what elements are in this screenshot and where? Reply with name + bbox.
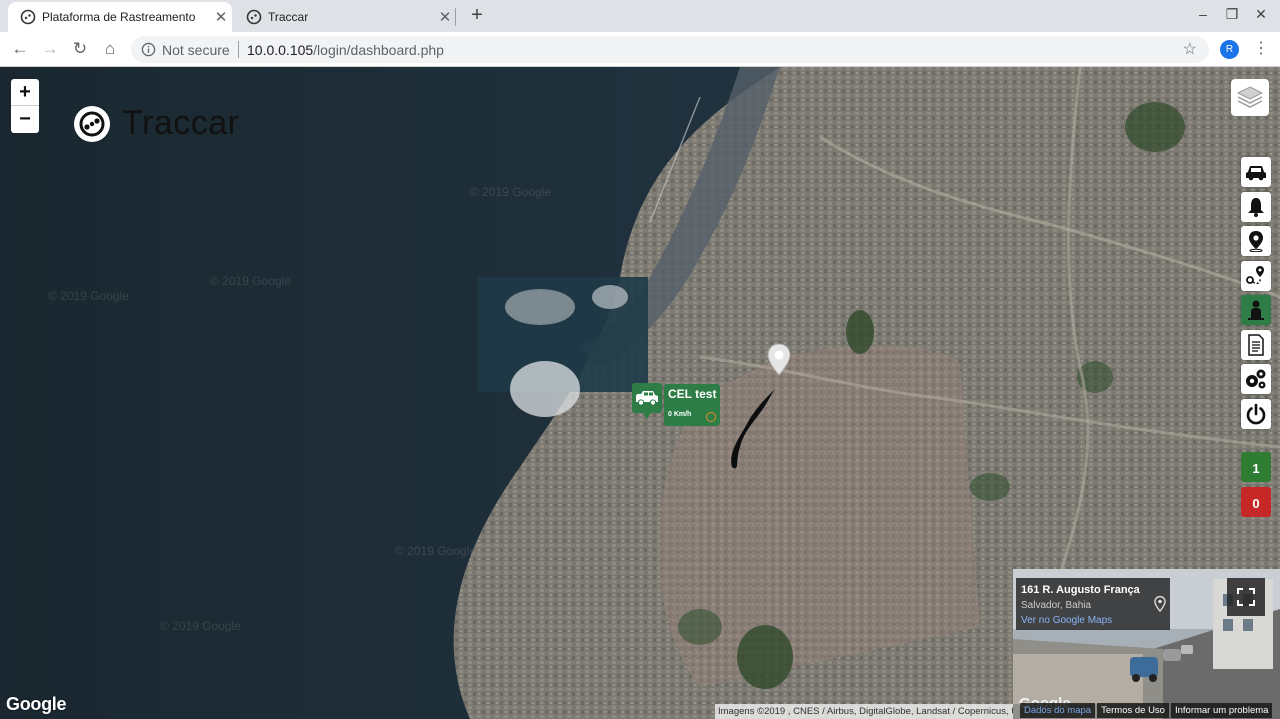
devices-button[interactable] (1241, 157, 1271, 187)
tab-title: Traccar (268, 10, 309, 24)
geofence-button[interactable] (1241, 226, 1271, 256)
vehicle-label[interactable]: CEL test 0 Km/h (664, 384, 720, 426)
vehicle-speed: 0 Km/h (668, 411, 692, 418)
url-text: 10.0.0.105/login/dashboard.php (247, 42, 444, 58)
bookmark-star-icon[interactable]: ☆ (1183, 39, 1197, 59)
report-problem-link[interactable]: Informar um problema (1170, 703, 1273, 718)
reload-icon[interactable]: ↻ (68, 38, 92, 62)
reports-button[interactable] (1241, 330, 1271, 360)
layers-button[interactable] (1231, 79, 1269, 116)
logout-button[interactable] (1241, 399, 1271, 429)
url-host: 10.0.0.105 (247, 42, 314, 58)
street-view-panel[interactable]: 161 R. Augusto França Salvador, Bahia Ve… (1013, 569, 1280, 719)
tab-strip: Plataforma de Rastreamento ✕ Traccar ✕ +… (0, 0, 1280, 32)
map-watermark: © 2019 Google (470, 185, 551, 199)
address-bar[interactable]: Not secure 10.0.0.105/login/dashboard.ph… (131, 36, 1209, 63)
street-view-city: Salvador, Bahia (1021, 600, 1092, 611)
brand-name: Traccar (122, 104, 240, 142)
map-attribution: Imagens ©2019 , CNES / Airbus, DigitalGl… (715, 704, 1022, 719)
map-data-link[interactable]: Dados do mapa (1020, 703, 1096, 718)
gears-icon (1246, 369, 1266, 389)
alerts-button[interactable] (1241, 192, 1271, 222)
brand: Traccar (73, 104, 239, 143)
zoom-out-button[interactable]: − (11, 106, 39, 133)
power-icon (1246, 403, 1266, 425)
close-tab-icon[interactable]: ✕ (210, 8, 232, 26)
tab-title: Plataforma de Rastreamento (42, 10, 196, 24)
zoom-in-button[interactable]: + (11, 79, 39, 106)
traccar-logo-icon (74, 105, 110, 142)
route-icon (1246, 266, 1264, 285)
street-view-footer: Dados do mapa Termos de Uso Informar um … (1020, 703, 1274, 718)
users-button[interactable] (1241, 295, 1271, 325)
map-watermark: © 2019 Google (395, 544, 476, 558)
location-pin-icon[interactable] (1154, 596, 1166, 612)
fullscreen-button[interactable] (1227, 578, 1265, 616)
close-window-icon[interactable]: ✕ (1250, 6, 1272, 23)
map-viewport[interactable]: © 2019 Google © 2019 Google © 2019 Googl… (0, 67, 1280, 719)
forward-icon[interactable]: → (38, 38, 62, 62)
home-icon[interactable]: ⌂ (98, 38, 122, 62)
traccar-favicon-icon (246, 9, 262, 25)
map-watermark: © 2019 Google (210, 274, 291, 288)
terms-of-use-link[interactable]: Termos de Uso (1097, 703, 1169, 718)
settings-button[interactable] (1241, 364, 1271, 394)
tab-traccar[interactable]: Traccar ✕ (234, 2, 456, 32)
browser-toolbar: ← → ↻ ⌂ Not secure 10.0.0.105/login/dash… (0, 32, 1280, 67)
tab-plataforma[interactable]: Plataforma de Rastreamento ✕ (8, 2, 232, 32)
offline-count-badge[interactable]: 0 (1241, 487, 1271, 517)
google-logo: Google (6, 694, 67, 714)
tab-divider (455, 8, 456, 26)
jeep-icon (636, 391, 658, 406)
new-tab-button[interactable]: + (466, 4, 488, 28)
profile-avatar[interactable]: R (1220, 40, 1239, 59)
info-icon[interactable] (141, 42, 156, 57)
vehicle-marker[interactable] (632, 383, 662, 419)
back-icon[interactable]: ← (8, 38, 32, 62)
routes-button[interactable] (1241, 261, 1271, 291)
document-icon (1248, 334, 1264, 356)
security-label: Not secure (162, 42, 230, 58)
street-view-info: 161 R. Augusto França Salvador, Bahia Ve… (1016, 578, 1170, 630)
car-icon (1246, 166, 1266, 181)
url-path: /login/dashboard.php (313, 42, 444, 58)
street-view-address: 161 R. Augusto França (1021, 584, 1140, 596)
view-in-google-maps-link[interactable]: Ver no Google Maps (1021, 615, 1112, 626)
traccar-favicon-icon (20, 9, 36, 25)
close-tab-icon[interactable]: ✕ (434, 8, 456, 26)
map-watermark: © 2019 Google (160, 619, 241, 633)
minimize-icon[interactable]: – (1192, 6, 1214, 22)
fullscreen-icon (1237, 588, 1255, 606)
omnibox-divider (238, 41, 239, 58)
online-count-badge[interactable]: 1 (1241, 452, 1271, 482)
layers-icon (1236, 86, 1264, 108)
map-watermark: © 2019 Google (48, 289, 129, 303)
ignition-off-icon (706, 412, 716, 422)
zoom-control: + − (11, 79, 39, 133)
person-icon (1248, 300, 1264, 320)
map-pin-icon[interactable] (766, 343, 792, 377)
location-pin-icon (1249, 231, 1263, 252)
restore-icon[interactable]: ❐ (1221, 6, 1243, 23)
menu-kebab-icon[interactable]: ⋮ (1253, 38, 1269, 58)
vehicle-name: CEL test (668, 387, 717, 401)
bell-icon (1248, 198, 1264, 217)
